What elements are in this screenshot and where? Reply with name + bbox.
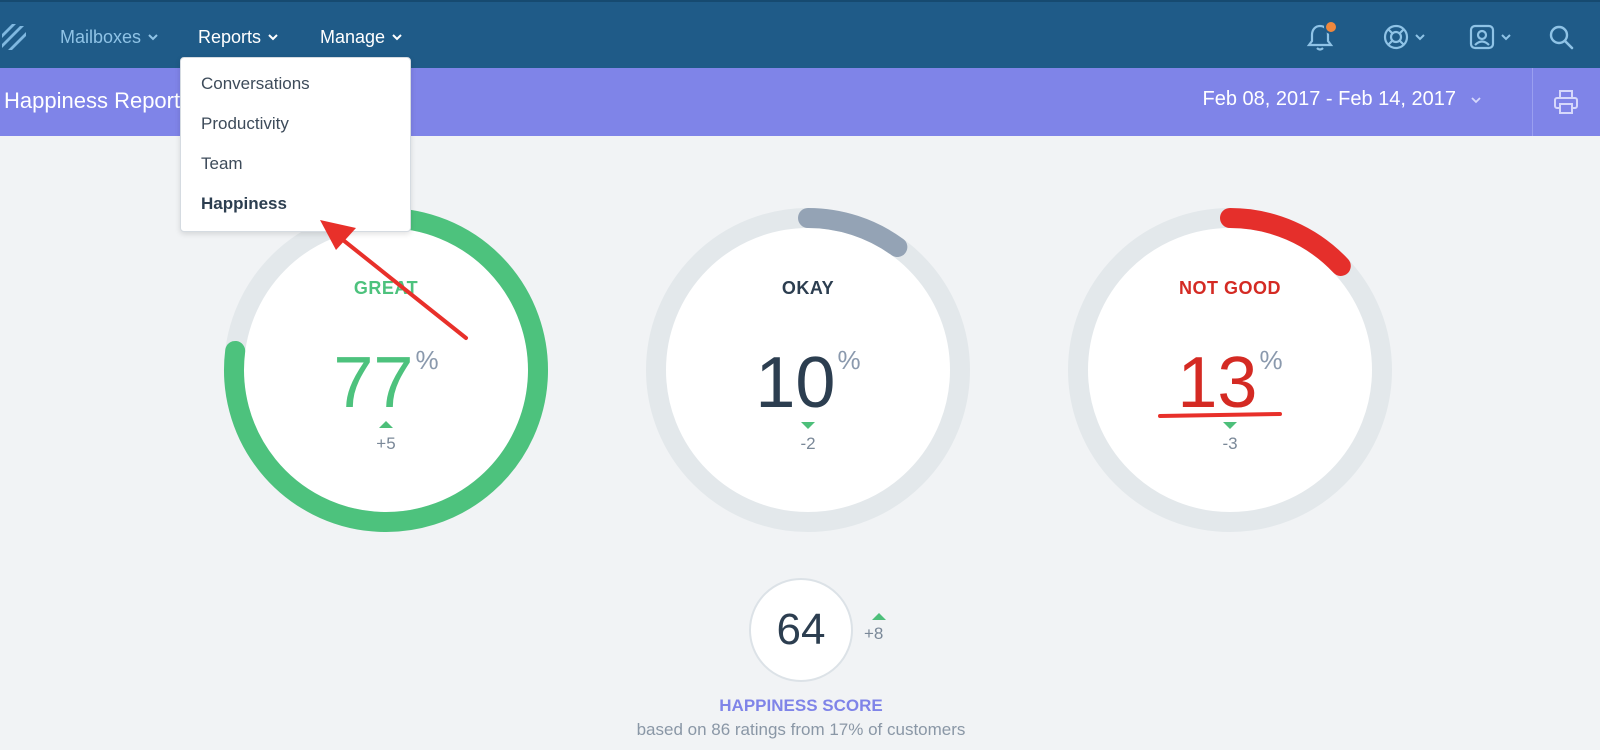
search-button[interactable]: [1548, 20, 1574, 54]
trend-down-icon: [801, 422, 815, 429]
great-percent-number: 77: [333, 343, 414, 423]
trend-up-icon: [379, 421, 393, 428]
notification-dot: [1324, 20, 1338, 34]
date-range-picker[interactable]: Feb 08, 2017 - Feb 14, 2017: [1202, 88, 1482, 111]
nav-mailboxes-label: Mailboxes: [60, 27, 142, 47]
account-menu-button[interactable]: [1468, 20, 1512, 54]
happiness-score-delta: +8: [864, 624, 884, 643]
percent-sign: %: [415, 345, 439, 375]
great-label: GREAT: [353, 278, 419, 298]
date-range-label: Feb 08, 2017 - Feb 14, 2017: [1202, 88, 1456, 110]
menu-item-team[interactable]: Team: [201, 152, 243, 176]
great-rating-card: GREAT 77% +5: [216, 200, 556, 540]
happiness-score-title: HAPPINESS SCORE: [719, 696, 883, 715]
nav-manage[interactable]: Manage: [320, 24, 403, 50]
not-good-delta: -3: [1222, 434, 1238, 453]
user-account-icon: [1469, 24, 1495, 50]
great-delta: +5: [376, 434, 396, 453]
nav-manage-label: Manage: [320, 27, 386, 47]
chevron-down-icon: [1471, 96, 1481, 103]
lifebuoy-icon: [1383, 24, 1409, 50]
percent-sign: %: [1259, 345, 1283, 375]
menu-item-conversations[interactable]: Conversations: [201, 72, 310, 96]
okay-percent-number: 10: [755, 343, 836, 423]
percent-sign: %: [837, 345, 861, 375]
great-value: 77%: [216, 320, 556, 423]
notifications-button[interactable]: [1306, 20, 1338, 54]
nav-reports[interactable]: Reports: [198, 24, 279, 50]
not-good-value: 13%: [1060, 320, 1400, 423]
nav-reports-label: Reports: [198, 27, 262, 47]
happiness-score-value: 64: [749, 578, 853, 682]
page-title: Happiness Report: [4, 88, 181, 113]
okay-value: 10%: [638, 320, 978, 423]
divider: [1532, 68, 1533, 136]
not-good-label: NOT GOOD: [1179, 278, 1281, 298]
not-good-percent-number: 13: [1177, 343, 1258, 423]
menu-item-happiness[interactable]: Happiness: [201, 192, 287, 216]
app-logo-icon[interactable]: [0, 22, 28, 52]
trend-down-icon: [1223, 422, 1237, 429]
trend-up-icon: [872, 613, 886, 620]
chevron-down-icon: [392, 34, 402, 41]
search-icon: [1549, 25, 1574, 50]
menu-item-productivity[interactable]: Productivity: [201, 112, 289, 136]
reports-dropdown-menu: Conversations Productivity Team Happines…: [180, 57, 411, 232]
print-icon[interactable]: [1552, 88, 1580, 116]
happiness-score-subtitle: based on 86 ratings from 17% of customer…: [636, 720, 966, 739]
help-menu-button[interactable]: [1382, 20, 1426, 54]
okay-label: OKAY: [781, 278, 835, 298]
chevron-down-icon: [148, 34, 158, 41]
nav-mailboxes[interactable]: Mailboxes: [60, 24, 159, 50]
okay-delta: -2: [800, 434, 816, 453]
chevron-down-icon: [268, 34, 278, 41]
not-good-rating-card: NOT GOOD 13% -3: [1060, 200, 1400, 540]
okay-rating-card: OKAY 10% -2: [638, 200, 978, 540]
chevron-down-icon: [1415, 34, 1425, 41]
chevron-down-icon: [1501, 34, 1511, 41]
